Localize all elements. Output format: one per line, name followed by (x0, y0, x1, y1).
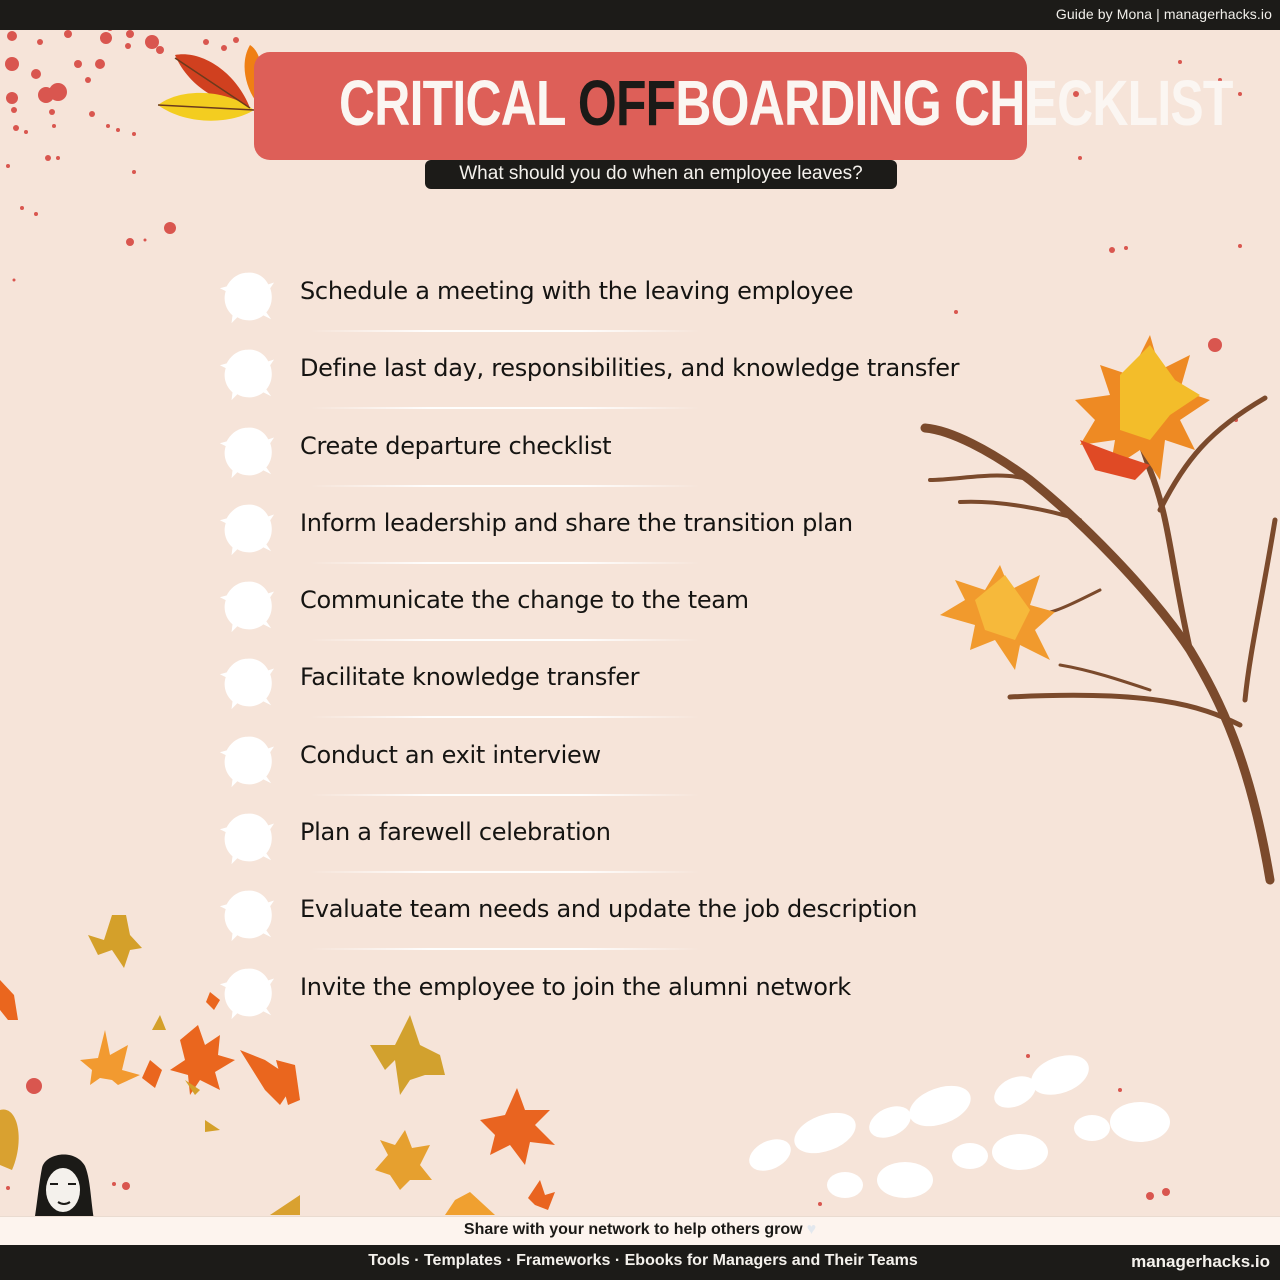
divider (310, 484, 700, 487)
checkbox-splat-icon[interactable] (218, 962, 276, 1022)
subtitle: What should you do when an employee leav… (425, 160, 897, 189)
checklist-item[interactable]: Communicate the change to the team (210, 571, 1030, 648)
checkbox-splat-icon[interactable] (218, 575, 276, 635)
credit-text: Guide by Mona | managerhacks.io (1055, 6, 1272, 22)
share-text: Share with your network to help others g… (0, 1221, 1280, 1239)
checklist-item-label: Communicate the change to the team (300, 586, 749, 615)
heart-icon: ♥ (806, 1221, 817, 1238)
checkbox-splat-icon[interactable] (218, 652, 276, 712)
checklist-item-label: Evaluate team needs and update the job d… (300, 895, 918, 924)
title-banner: CRITICAL OFFBOARDING CHECKLIST (254, 52, 1233, 160)
checklist-item[interactable]: Invite the employee to join the alumni n… (210, 958, 1030, 1035)
divider (310, 639, 700, 642)
checklist-item-label: Define last day, responsibilities, and k… (300, 354, 960, 383)
footprints-icon (749, 1055, 1170, 1198)
checklist-item-label: Inform leadership and share the transiti… (300, 508, 853, 537)
checklist-item-label: Schedule a meeting with the leaving empl… (300, 277, 854, 305)
footer-tagline: Tools · Templates · Frameworks · Ebooks … (368, 1252, 918, 1269)
checkbox-splat-icon[interactable] (218, 343, 276, 403)
divider (310, 871, 700, 874)
divider (310, 948, 700, 951)
checkbox-splat-icon[interactable] (218, 498, 276, 558)
checklist-item[interactable]: Evaluate team needs and update the job d… (210, 880, 1030, 957)
share-bar: Share with your network to help others g… (0, 1216, 1280, 1246)
checkbox-splat-icon[interactable] (218, 266, 276, 326)
checklist-item-label: Facilitate knowledge transfer (300, 663, 640, 692)
title-part-1: CRITICAL (339, 67, 578, 139)
divider (310, 793, 700, 796)
checklist-item-label: Conduct an exit interview (300, 740, 601, 769)
checkbox-splat-icon[interactable] (218, 421, 276, 481)
page-title: CRITICAL OFFBOARDING CHECKLIST (339, 58, 1233, 148)
title-highlight: OFF (577, 67, 676, 139)
checklist-item[interactable]: Plan a farewell celebration (210, 803, 1030, 880)
checklist-item[interactable]: Create departure checklist (210, 417, 1030, 494)
bottom-bar: Tools · Templates · Frameworks · Ebooks … (0, 1245, 1280, 1280)
checklist-item[interactable]: Inform leadership and share the transiti… (210, 494, 1030, 571)
checkbox-splat-icon[interactable] (218, 730, 276, 790)
leaf-cluster-icon (157, 45, 261, 121)
checkbox-splat-icon[interactable] (218, 884, 276, 944)
share-message: Share with your network to help others g… (463, 1221, 803, 1238)
checklist-item[interactable]: Conduct an exit interview (210, 726, 1030, 803)
checklist-item[interactable]: Define last day, responsibilities, and k… (210, 339, 1030, 416)
divider (310, 561, 700, 564)
checklist-item-label: Invite the employee to join the alumni n… (300, 972, 851, 1001)
divider (310, 716, 700, 719)
checklist-item-label: Create departure checklist (300, 431, 612, 460)
checklist-item[interactable]: Schedule a meeting with the leaving empl… (210, 262, 1030, 339)
checklist-item[interactable]: Facilitate knowledge transfer (210, 648, 1030, 725)
divider (310, 407, 700, 410)
site-link[interactable]: managerhacks.io (1131, 1252, 1270, 1272)
title-part-2: BOARDING CHECKLIST (675, 67, 1233, 139)
divider (310, 330, 700, 332)
checklist-item-label: Plan a farewell celebration (300, 818, 611, 847)
checklist: Schedule a meeting with the leaving empl… (210, 262, 1030, 1035)
checkbox-splat-icon[interactable] (218, 807, 276, 867)
top-bar: Guide by Mona | managerhacks.io (0, 0, 1280, 30)
